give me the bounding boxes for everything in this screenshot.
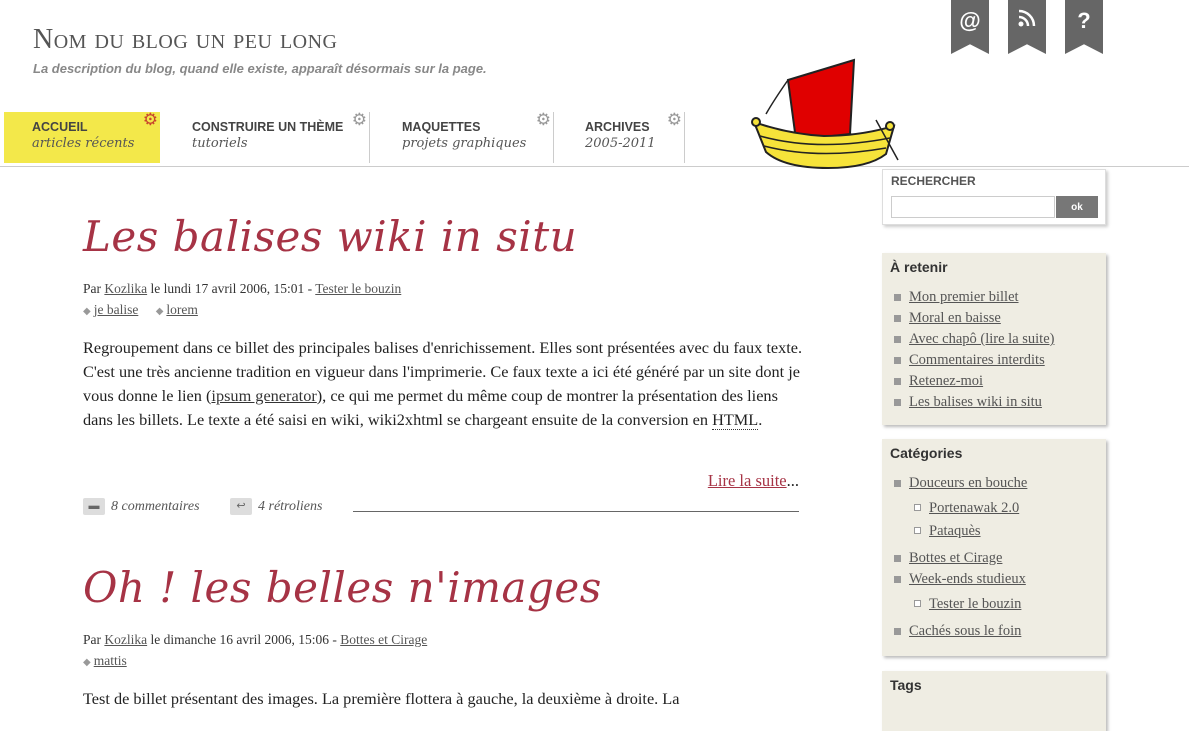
- post-tags: ◆ mattis: [83, 653, 141, 669]
- comments-link[interactable]: ▬ 8 commentaires: [83, 498, 200, 515]
- retenir-link[interactable]: Moral en baisse: [909, 310, 1001, 326]
- subcategory-link[interactable]: Pataquès: [929, 523, 981, 539]
- trackback-icon: ↩: [230, 498, 252, 515]
- contact-ribbon[interactable]: @: [951, 0, 989, 54]
- tags-title: Tags: [890, 677, 922, 693]
- sidebar-retenir: À retenir Mon premier billet Moral en ba…: [882, 253, 1106, 425]
- rss-icon: [1018, 9, 1036, 27]
- nav-sublabel: 2005-2011: [585, 136, 656, 151]
- nav-label: MAQUETTES: [402, 120, 481, 134]
- tag-link[interactable]: je balise: [94, 302, 139, 317]
- list-item: Douceurs en bouche: [890, 473, 1098, 494]
- post-meta: Par Kozlika le lundi 17 avril 2006, 15:0…: [83, 281, 402, 296]
- blog-description: La description du blog, quand elle exist…: [33, 61, 487, 76]
- tag-icon: ◆: [155, 306, 164, 317]
- ipsum-generator-link[interactable]: ipsum generator: [211, 386, 316, 405]
- list-item: Week-ends studieux: [890, 569, 1098, 590]
- list-item: Les balises wiki in situ: [890, 392, 1098, 413]
- read-more: Lire la suite...: [707, 471, 799, 490]
- list-item: Avec chapô (lire la suite): [890, 329, 1098, 350]
- category-link[interactable]: Douceurs en bouche: [909, 475, 1027, 491]
- categories-title: Catégories: [890, 445, 963, 461]
- category-link[interactable]: Cachés sous le foin: [909, 623, 1021, 639]
- gear-icon: ⚙: [666, 110, 682, 129]
- nav-divider: [0, 166, 1189, 167]
- trackbacks-link[interactable]: ↩ 4 rétroliens: [230, 498, 322, 515]
- list-item: Bottes et Cirage: [890, 548, 1098, 569]
- subcategory-link[interactable]: Tester le bouzin: [929, 596, 1021, 612]
- search-button[interactable]: ok: [1056, 196, 1098, 218]
- nav-label: CONSTRUIRE UN THÈME: [192, 120, 344, 134]
- tag-link[interactable]: mattis: [94, 653, 127, 668]
- boat-logo: [751, 58, 899, 170]
- list-item: Commentaires interdits: [890, 350, 1098, 371]
- main-nav: ACCUEIL articles récents ⚙ CONSTRUIRE UN…: [0, 110, 700, 164]
- author-link[interactable]: Kozlika: [104, 281, 147, 296]
- retenir-link[interactable]: Commentaires interdits: [909, 352, 1045, 368]
- tag-link[interactable]: lorem: [166, 302, 198, 317]
- category-link[interactable]: Tester le bouzin: [315, 281, 401, 296]
- gear-icon: ⚙: [535, 110, 551, 129]
- read-more-link[interactable]: Lire la suite: [708, 471, 787, 490]
- nav-item-archives[interactable]: ARCHIVES 2005-2011 ⚙: [554, 110, 685, 163]
- retenir-title: À retenir: [890, 259, 948, 275]
- footer-divider: [353, 511, 799, 512]
- list-item: Tester le bouzin: [890, 595, 1098, 613]
- category-link[interactable]: Bottes et Cirage: [909, 550, 1002, 566]
- comments-icon: ▬: [83, 498, 105, 515]
- search-title: RECHERCHER: [891, 174, 976, 188]
- nav-label: ACCUEIL: [32, 120, 88, 134]
- nav-sublabel: articles récents: [32, 136, 135, 151]
- category-link[interactable]: Bottes et Cirage: [340, 632, 427, 647]
- help-ribbon[interactable]: ?: [1065, 0, 1103, 54]
- retenir-link[interactable]: Les balises wiki in situ: [909, 394, 1042, 410]
- nav-item-maquettes[interactable]: MAQUETTES projets graphiques ⚙: [370, 110, 554, 163]
- search-input[interactable]: [891, 196, 1055, 218]
- post-title[interactable]: Les balises wiki in situ: [83, 212, 577, 261]
- retenir-link[interactable]: Retenez-moi: [909, 373, 983, 389]
- list-item: Cachés sous le foin: [890, 621, 1098, 642]
- nav-item-construire[interactable]: CONSTRUIRE UN THÈME tutoriels ⚙: [160, 110, 370, 163]
- sidebar-tags: Tags: [882, 671, 1106, 731]
- sidebar-categories: Catégories Douceurs en bouche Portenawak…: [882, 439, 1106, 656]
- post-meta: Par Kozlika le dimanche 16 avril 2006, 1…: [83, 632, 428, 647]
- search-box: RECHERCHER ok: [882, 169, 1106, 225]
- nav-item-accueil[interactable]: ACCUEIL articles récents ⚙: [4, 110, 160, 163]
- post-excerpt: Test de billet présentant des images. La…: [83, 689, 680, 708]
- list-item: Portenawak 2.0: [890, 499, 1098, 517]
- retenir-link[interactable]: Mon premier billet: [909, 289, 1019, 305]
- list-item: Retenez-moi: [890, 371, 1098, 392]
- nav-sublabel: tutoriels: [192, 136, 248, 151]
- list-item: Mon premier billet: [890, 287, 1098, 308]
- html-abbr: HTML: [712, 410, 759, 430]
- nav-sublabel: projets graphiques: [402, 136, 527, 151]
- gear-icon: ⚙: [142, 110, 158, 129]
- tag-icon: ◆: [83, 306, 91, 317]
- retenir-link[interactable]: Avec chapô (lire la suite): [909, 331, 1054, 347]
- gear-icon: ⚙: [351, 110, 367, 129]
- post-tags: ◆ je balise ◆ lorem: [83, 302, 212, 318]
- help-icon: ?: [1077, 8, 1091, 33]
- at-icon: @: [959, 8, 981, 33]
- rss-ribbon[interactable]: [1008, 0, 1046, 54]
- author-link[interactable]: Kozlika: [104, 632, 147, 647]
- blog-title[interactable]: Nom du blog un peu long: [33, 24, 338, 56]
- post-footer: ▬ 8 commentaires ↩ 4 rétroliens: [83, 498, 799, 518]
- subcategory-link[interactable]: Portenawak 2.0: [929, 500, 1019, 516]
- list-item: Moral en baisse: [890, 308, 1098, 329]
- category-link[interactable]: Week-ends studieux: [909, 571, 1026, 587]
- post-title[interactable]: Oh ! les belles n'images: [83, 563, 602, 612]
- post-excerpt: Regroupement dans ce billet des principa…: [83, 338, 803, 430]
- tag-icon: ◆: [83, 657, 91, 668]
- list-item: Pataquès: [890, 522, 1098, 540]
